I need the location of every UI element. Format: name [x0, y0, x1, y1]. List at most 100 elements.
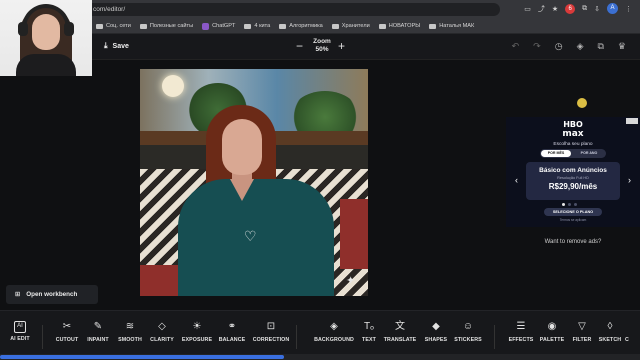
ad-tab-month[interactable]: POR MÊS [541, 150, 571, 157]
photo-person-face [222, 119, 262, 175]
folder-icon [279, 23, 287, 29]
ai-edit-icon: AI [14, 321, 26, 333]
tool-translate[interactable]: 文 TRANSLATE [380, 321, 420, 343]
advertisement-banner[interactable]: HBO max Escolha seu plano POR MÊS POR AN… [506, 117, 640, 227]
toolbar-divider [296, 325, 297, 349]
cast-icon[interactable]: ▭ [524, 5, 531, 13]
tool-exposure[interactable]: ☀ EXPOSURE [177, 321, 217, 343]
bookmark-chatgpt[interactable]: ChatGPT [202, 22, 235, 30]
extension-badge[interactable]: 6 [565, 3, 576, 14]
carousel-dot[interactable] [562, 203, 565, 206]
bookmark-star-icon[interactable]: ★ [552, 5, 558, 13]
editor-tools-bar: AI AI EDIT ✂ CUTOUT ✎ INPAINT ≋ SMOOTH ◇ CLAR… [0, 310, 640, 360]
ad-plan-card[interactable]: Básico com Anúncios Resolução Full HD R$… [526, 162, 620, 200]
open-workbench-button[interactable]: ⊞ Open workbench [6, 285, 98, 304]
bookmark-soc-seti[interactable]: Соц. сети [96, 23, 131, 29]
folder-icon [244, 23, 252, 29]
bookmark-useful-sites[interactable]: Полезные сайты [139, 23, 193, 29]
partial-tool-icon [614, 321, 640, 334]
tool-ai-edit[interactable]: AI AI EDIT [0, 321, 40, 342]
tool-partial-c[interactable]: C [614, 321, 640, 343]
mouse-cursor [577, 98, 587, 110]
browser-actions: ▭ ⤴ ★ 6 ⧉ ⇩ A ⋮ [524, 3, 632, 14]
tool-clarity[interactable]: ◇ CLARITY [142, 321, 182, 343]
ad-tab-year[interactable]: POR ANO [574, 150, 604, 157]
undo-icon[interactable]: ↶ [512, 41, 520, 51]
zoom-value: 50% [315, 46, 329, 53]
bookmark-natalya-mak[interactable]: Наталья МАК [429, 23, 474, 29]
ad-plan-resolution: Resolução Full HD [557, 176, 589, 180]
webcam-person-body [16, 54, 76, 76]
zoom-out-button[interactable]: − [296, 40, 303, 52]
balance-icon: ⚭ [227, 321, 237, 332]
save-label: Save [112, 42, 129, 50]
menu-dots-icon[interactable]: ⋮ [625, 5, 632, 13]
ad-plan-price: R$29,90/mês [548, 182, 598, 191]
ad-billing-toggle[interactable]: POR MÊS POR ANO [540, 149, 606, 158]
ad-plan-name: Básico com Anúncios [539, 167, 607, 174]
folder-icon [139, 23, 147, 29]
stickers-icon: ☺ [462, 321, 474, 332]
extensions-icon[interactable]: ⧉ [582, 5, 587, 13]
webcam-overlay [0, 0, 92, 76]
save-button[interactable]: ⤓ Save [104, 41, 129, 51]
bookmark-4-kita[interactable]: 4 кита [244, 23, 270, 29]
zoom-readout: Zoom 50% [308, 38, 336, 54]
photo-cushion [340, 199, 368, 269]
ad-brand-logo-sub: max [562, 129, 584, 139]
edited-photo[interactable]: ♡ ✦ [140, 69, 368, 296]
chevron-right-icon[interactable]: › [628, 175, 631, 185]
share-icon[interactable]: ⤴ [538, 4, 545, 14]
zoom-in-button[interactable]: + [338, 40, 345, 52]
correction-icon: ⊡ [266, 321, 276, 332]
translate-icon: 文 [395, 321, 405, 332]
photo-person-neckline [230, 179, 254, 201]
download-icon: ⤓ [104, 41, 108, 50]
workbench-label: Open workbench [26, 291, 78, 298]
sparkle-icon[interactable]: ✦ [346, 274, 355, 287]
zoom-label: Zoom [313, 38, 331, 45]
clarity-icon: ◇ [158, 321, 166, 332]
toolbar-divider [42, 325, 43, 349]
workbench-icon: ⊞ [15, 291, 21, 298]
carousel-dot[interactable] [568, 203, 571, 206]
bookmark-khraniteli[interactable]: Хранители [331, 23, 370, 29]
headset-icon [22, 4, 70, 34]
background-icon: ◈ [330, 321, 338, 332]
toolbar-scrollbar-thumb[interactable] [0, 355, 284, 359]
folder-icon [429, 23, 437, 29]
tool-correction[interactable]: ⊡ CORRECTION [251, 321, 291, 343]
bookmarks-bar: Соц. сети Полезные сайты ChatGPT 4 кита … [0, 19, 640, 34]
carousel-dot[interactable] [574, 203, 577, 206]
remove-ads-link[interactable]: Want to remove ads? [506, 239, 640, 245]
download-icon[interactable]: ⇩ [594, 5, 600, 13]
history-icon[interactable]: ◷ [555, 41, 563, 51]
folder-icon [96, 23, 103, 29]
tool-background[interactable]: ◈ BACKGROUND [314, 321, 354, 343]
tool-stickers[interactable]: ☺ STICKERS [448, 321, 488, 343]
headset-earcup-right [64, 22, 74, 36]
profile-avatar[interactable]: A [607, 3, 618, 14]
bookmark-algoritmika[interactable]: Алгоритмика [279, 23, 323, 29]
bookmark-novatory[interactable]: НОВАТОРЫ [378, 23, 420, 29]
ad-choose-plan: Escolha seu plano [553, 142, 593, 147]
photo-lamp [162, 75, 184, 97]
headset-earcup-left [18, 22, 28, 36]
ad-select-plan-button[interactable]: SELECIONE O PLANO [544, 208, 602, 216]
editor-right-tools: ↶ ↷ ◷ ◈ ⧉ ♛ [512, 41, 626, 51]
compare-icon[interactable]: ⧉ [597, 41, 603, 51]
photo-cushion [140, 265, 180, 296]
chatgpt-icon [202, 22, 210, 30]
layers-icon[interactable]: ◈ [577, 41, 584, 51]
crown-icon[interactable]: ♛ [618, 41, 626, 51]
ad-brand-logo: HBO [563, 120, 583, 129]
folder-icon [331, 23, 339, 29]
address-bar[interactable]: com/editor/ [78, 3, 500, 16]
cursor-highlight [577, 98, 587, 108]
tool-balance[interactable]: ⚭ BALANCE [212, 321, 252, 343]
zoom-control: − Zoom 50% + [296, 37, 350, 57]
redo-icon[interactable]: ↷ [533, 41, 541, 51]
chevron-left-icon[interactable]: ‹ [515, 175, 518, 185]
ad-carousel-dots [562, 203, 577, 206]
folder-icon [378, 23, 386, 29]
